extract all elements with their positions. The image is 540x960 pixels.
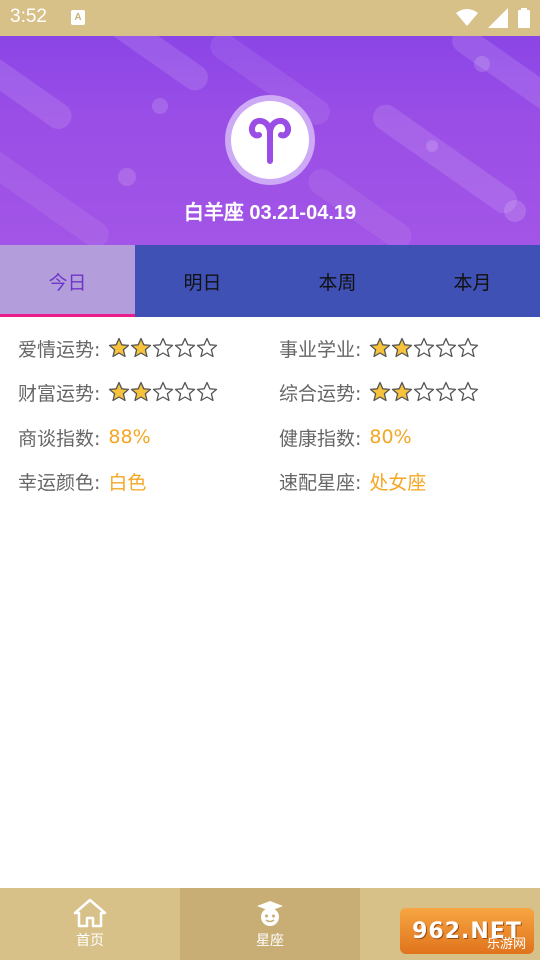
star-empty-icon: [197, 381, 218, 402]
nav-zodiac-label: 星座: [256, 933, 284, 949]
sign-title: 白羊座 03.21-04.19: [183, 202, 357, 224]
star-filled-icon: [131, 381, 152, 402]
period-tabs: 今日 明日 本周 本月: [0, 245, 540, 317]
health-index-row: 健康指数: 80%: [279, 419, 412, 455]
wifi-icon: [456, 9, 478, 26]
lucky-color-value: 白色: [108, 471, 147, 494]
status-time: 3:52: [10, 6, 47, 27]
negotiation-index-label: 商谈指数:: [18, 427, 101, 450]
star-empty-icon: [153, 381, 174, 402]
watermark-sub: 乐游网: [486, 937, 526, 952]
tab-tomorrow[interactable]: 明日: [135, 245, 270, 317]
star-filled-icon: [392, 381, 413, 402]
overall-fortune-label: 综合运势:: [279, 382, 362, 405]
tab-today[interactable]: 今日: [0, 245, 135, 317]
lucky-color-row: 幸运颜色: 白色: [18, 463, 146, 499]
scholar-avatar-icon: [257, 901, 283, 926]
star-empty-icon: [458, 381, 479, 402]
lucky-color-label: 幸运颜色:: [18, 471, 101, 494]
notification-a-icon: A: [71, 10, 85, 25]
star-empty-icon: [458, 337, 479, 358]
overall-fortune-row: 综合运势:: [279, 374, 479, 410]
star-empty-icon: [175, 381, 196, 402]
star-empty-icon: [175, 337, 196, 358]
health-index-value: 80%: [369, 426, 412, 448]
negotiation-index-value: 88%: [108, 426, 151, 448]
love-fortune-row: 爱情运势:: [18, 330, 218, 366]
star-empty-icon: [414, 337, 435, 358]
battery-icon: [518, 8, 530, 28]
career-fortune-stars: [369, 337, 479, 359]
star-filled-icon: [370, 381, 391, 402]
status-bar: 3:52 A: [0, 0, 540, 36]
star-filled-icon: [109, 337, 130, 358]
nav-home[interactable]: 首页: [0, 888, 180, 960]
nav-zodiac[interactable]: 星座: [180, 888, 360, 960]
negotiation-index-row: 商谈指数: 88%: [18, 419, 151, 455]
tab-this-week[interactable]: 本周: [270, 245, 405, 317]
wealth-fortune-label: 财富运势:: [18, 382, 101, 405]
watermark-logo: 962.NET 乐游网: [400, 908, 534, 954]
home-icon: [73, 898, 107, 928]
zodiac-header: 白羊座 03.21-04.19: [0, 36, 540, 245]
career-fortune-label: 事业学业:: [279, 338, 362, 361]
star-empty-icon: [436, 337, 457, 358]
star-filled-icon: [109, 381, 130, 402]
star-filled-icon: [392, 337, 413, 358]
love-fortune-stars: [108, 337, 218, 359]
match-sign-row: 速配星座: 处女座: [279, 463, 426, 499]
aries-symbol-icon: [225, 95, 315, 185]
wealth-fortune-row: 财富运势:: [18, 374, 218, 410]
match-sign-value: 处女座: [369, 471, 427, 494]
signal-icon: [488, 8, 508, 28]
career-fortune-row: 事业学业:: [279, 330, 479, 366]
overall-fortune-stars: [369, 381, 479, 403]
star-empty-icon: [153, 337, 174, 358]
status-icons: [456, 6, 530, 30]
health-index-label: 健康指数:: [279, 427, 362, 450]
tab-this-month[interactable]: 本月: [405, 245, 540, 317]
love-fortune-label: 爱情运势:: [18, 338, 101, 361]
star-empty-icon: [197, 337, 218, 358]
star-empty-icon: [436, 381, 457, 402]
nav-home-label: 首页: [76, 933, 104, 949]
star-filled-icon: [370, 337, 391, 358]
wealth-fortune-stars: [108, 381, 218, 403]
star-empty-icon: [414, 381, 435, 402]
star-filled-icon: [131, 337, 152, 358]
match-sign-label: 速配星座:: [279, 471, 362, 494]
